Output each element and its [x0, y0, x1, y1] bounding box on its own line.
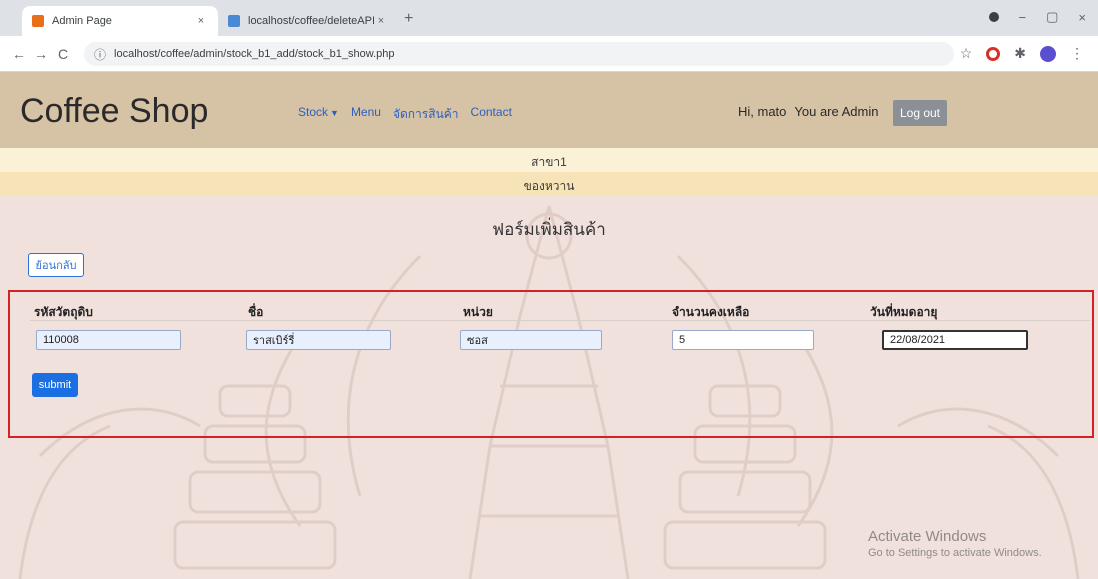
label-expiry-date: วันที่หมดอายุ	[870, 305, 938, 319]
tab-title: Admin Page	[52, 15, 112, 27]
extensions-puzzle-icon[interactable]: ✱	[1014, 45, 1026, 62]
bookmark-star-icon[interactable]: ☆	[960, 45, 973, 62]
activate-windows-title: Activate Windows	[868, 528, 987, 545]
chevron-down-icon: ▼	[330, 108, 339, 118]
brand-logo-text[interactable]: Coffee Shop	[20, 92, 208, 131]
admin-page-favicon-icon	[32, 15, 44, 27]
window-controls: − ▢ ×	[988, 9, 1086, 25]
maximize-icon[interactable]: ▢	[1046, 9, 1058, 25]
close-window-icon[interactable]: ×	[1078, 10, 1086, 25]
label-material-code: รหัสวัตถุดิบ	[34, 305, 93, 319]
unit-input[interactable]	[460, 330, 602, 350]
toolbar-icons: ☆ ✱ ⋮	[960, 45, 1084, 62]
category-label: ของหวาน	[523, 179, 575, 193]
tab-close-icon[interactable]: ×	[374, 15, 388, 27]
browser-tab-bar: Admin Page × localhost/coffee/deleteAPI.…	[0, 0, 1098, 36]
submit-button[interactable]: submit	[32, 373, 78, 397]
name-input[interactable]	[246, 330, 391, 350]
opera-extension-icon[interactable]	[986, 46, 1001, 61]
branch-band: สาขา1	[0, 148, 1098, 172]
site-navbar: Coffee Shop Stock ▼ Menu จัดการสินค้า Con…	[0, 72, 1098, 148]
tab-localhost[interactable]: localhost/coffee/deleteAPI.php? ×	[218, 6, 398, 36]
user-info: Hi, mato You are Admin	[738, 104, 879, 119]
label-quantity-remaining: จำนวนคงเหลือ	[672, 305, 750, 319]
user-greeting: Hi, mato	[738, 104, 787, 119]
browser-menu-icon[interactable]: ⋮	[1070, 45, 1084, 62]
new-tab-icon[interactable]: +	[404, 10, 413, 28]
minimize-icon[interactable]: −	[1019, 10, 1027, 25]
url-input[interactable]: ⓘ localhost/coffee/admin/stock_b1_add/st…	[84, 42, 954, 66]
back-button[interactable]: ย้อนกลับ	[28, 253, 84, 277]
tab-title: localhost/coffee/deleteAPI.php?	[248, 15, 374, 27]
user-role: You are Admin	[794, 104, 879, 119]
label-name: ชื่อ	[248, 305, 264, 319]
menu-item-stock[interactable]: Stock ▼	[298, 105, 339, 124]
localhost-favicon-icon	[228, 15, 240, 27]
tab-admin-page[interactable]: Admin Page ×	[22, 6, 218, 36]
logout-button[interactable]: Log out	[893, 100, 947, 126]
menu-item-menu[interactable]: Menu	[351, 105, 381, 124]
profile-indicator-icon[interactable]	[988, 12, 999, 22]
forward-arrow-icon[interactable]: →	[34, 46, 48, 62]
menu-item-manage-products[interactable]: จัดการสินค้า	[393, 105, 459, 124]
url-text: localhost/coffee/admin/stock_b1_add/stoc…	[114, 48, 395, 60]
tab-close-icon[interactable]: ×	[194, 15, 208, 27]
expiry-date-input[interactable]	[882, 330, 1028, 350]
profile-avatar[interactable]	[1040, 45, 1056, 62]
reload-icon[interactable]: C	[58, 46, 68, 62]
activate-windows-watermark: Activate Windows Go to Settings to activ…	[868, 528, 1042, 559]
menu-item-contact[interactable]: Contact	[471, 105, 512, 124]
page-title: ฟอร์มเพิ่มสินค้า	[492, 220, 606, 239]
category-band: ของหวาน	[0, 172, 1098, 196]
main-menu: Stock ▼ Menu จัดการสินค้า Contact	[298, 105, 512, 124]
address-bar: ← → C ⓘ localhost/coffee/admin/stock_b1_…	[0, 36, 1098, 72]
quantity-input[interactable]	[672, 330, 814, 350]
site-info-icon[interactable]: ⓘ	[94, 46, 106, 63]
label-unit: หน่วย	[463, 305, 493, 319]
branch-label: สาขา1	[531, 155, 567, 169]
menu-item-label: Stock	[298, 105, 329, 119]
material-code-input[interactable]	[36, 330, 181, 350]
activate-windows-subtitle: Go to Settings to activate Windows.	[868, 547, 1042, 559]
back-arrow-icon[interactable]: ←	[12, 46, 26, 62]
